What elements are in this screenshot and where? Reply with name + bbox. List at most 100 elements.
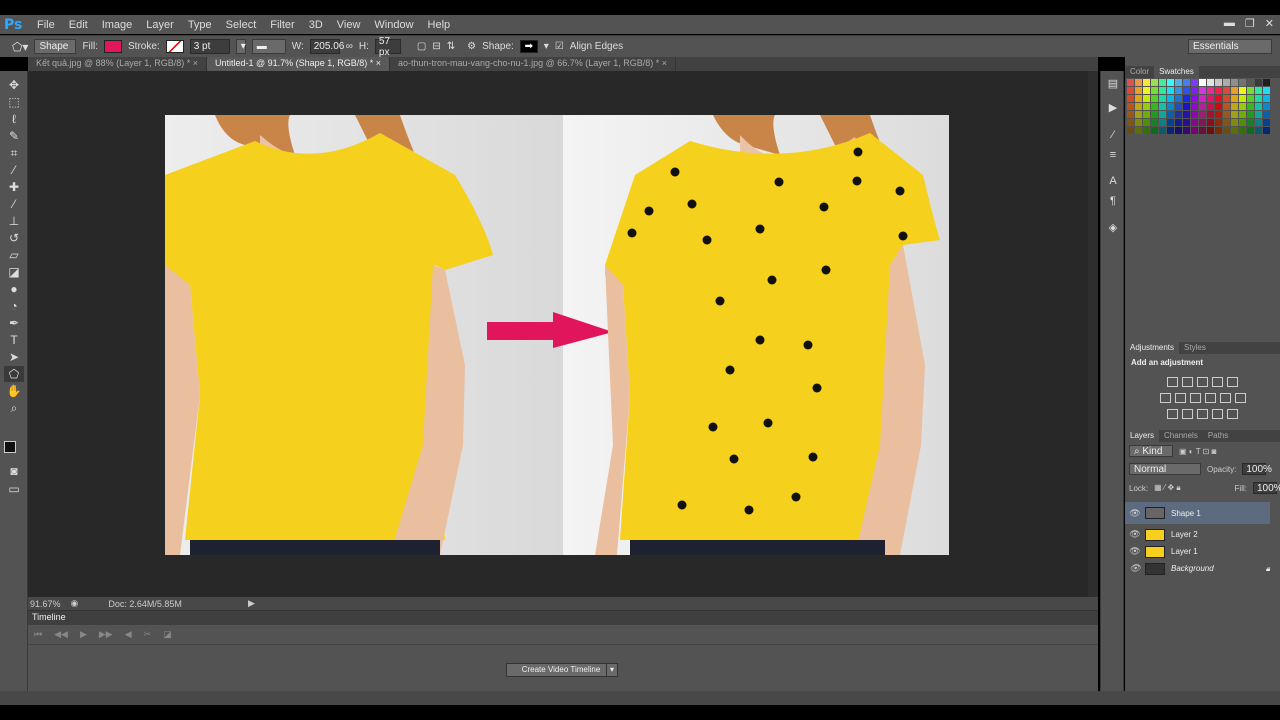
swatch[interactable]: [1143, 111, 1150, 118]
swatch[interactable]: [1191, 79, 1198, 86]
swatch[interactable]: [1207, 111, 1214, 118]
swatch[interactable]: [1183, 111, 1190, 118]
swatch[interactable]: [1215, 103, 1222, 110]
eye-icon[interactable]: 👁︎: [1125, 546, 1145, 557]
swatch[interactable]: [1263, 103, 1270, 110]
swatch[interactable]: [1127, 87, 1134, 94]
layer-background[interactable]: 👁︎ Background 🔒︎: [1125, 560, 1270, 577]
paragraph-panel-icon[interactable]: ¶: [1105, 195, 1121, 209]
mode-dropdown[interactable]: Shape: [34, 39, 77, 54]
swatch[interactable]: [1199, 111, 1206, 118]
clone-stamp-icon[interactable]: ⊥: [4, 213, 24, 229]
marquee-tool-icon[interactable]: ⬚: [4, 94, 24, 110]
menu-3d[interactable]: 3D: [302, 19, 330, 31]
swatch[interactable]: [1263, 119, 1270, 126]
swatch[interactable]: [1151, 87, 1158, 94]
swatch[interactable]: [1151, 103, 1158, 110]
swatch[interactable]: [1151, 127, 1158, 134]
swatch[interactable]: [1215, 111, 1222, 118]
brush-tool-icon[interactable]: ⁄: [4, 196, 24, 212]
swatch[interactable]: [1263, 111, 1270, 118]
swatch[interactable]: [1167, 127, 1174, 134]
swatch[interactable]: [1175, 95, 1182, 102]
tab-close-icon[interactable]: ×: [193, 58, 198, 68]
swatch[interactable]: [1167, 95, 1174, 102]
swatch[interactable]: [1231, 95, 1238, 102]
swatch[interactable]: [1135, 119, 1142, 126]
minimize-icon[interactable]: ▬: [1224, 17, 1235, 30]
swatch[interactable]: [1183, 95, 1190, 102]
layer-filter-dropdown[interactable]: ⌕ Kind: [1129, 445, 1173, 457]
layer-layer-2[interactable]: 👁︎ Layer 2: [1125, 526, 1270, 543]
swatch[interactable]: [1223, 127, 1230, 134]
swatch[interactable]: [1175, 87, 1182, 94]
swatch[interactable]: [1255, 119, 1262, 126]
brush-presets-icon[interactable]: ≡: [1105, 149, 1121, 163]
link-icon[interactable]: ∞: [346, 41, 353, 52]
tab-ao-thun[interactable]: ao-thun-tron-mau-vang-cho-nu-1.jpg @ 66.…: [390, 57, 677, 71]
swatch[interactable]: [1199, 95, 1206, 102]
opacity-field[interactable]: 100%: [1242, 463, 1272, 475]
eraser-icon[interactable]: ▱: [4, 247, 24, 263]
swatch[interactable]: [1159, 95, 1166, 102]
swatch[interactable]: [1263, 95, 1270, 102]
swatch[interactable]: [1127, 119, 1134, 126]
character-panel-icon[interactable]: A: [1105, 175, 1121, 189]
paint-bucket-icon[interactable]: ◪: [4, 264, 24, 280]
history-panel-icon[interactable]: ▤: [1105, 77, 1121, 91]
tab-paths[interactable]: Paths: [1203, 430, 1233, 442]
vertical-scrollbar[interactable]: [1088, 71, 1098, 597]
swatch[interactable]: [1255, 127, 1262, 134]
stroke-type-dropdown[interactable]: ▬: [251, 39, 286, 54]
swatch[interactable]: [1255, 95, 1262, 102]
hue-sat-icon[interactable]: [1159, 393, 1171, 403]
threshold-icon[interactable]: [1197, 409, 1208, 419]
tab-color[interactable]: Color: [1125, 66, 1154, 78]
swatch[interactable]: [1175, 127, 1182, 134]
eyedropper-icon[interactable]: ⁄: [4, 162, 24, 178]
menu-help[interactable]: Help: [421, 19, 458, 31]
swatch[interactable]: [1199, 103, 1206, 110]
menu-edit[interactable]: Edit: [62, 19, 95, 31]
swatch[interactable]: [1167, 87, 1174, 94]
layer-shape-1[interactable]: 👁︎ Shape 1: [1125, 502, 1270, 524]
tab-untitled-1[interactable]: Untitled-1 @ 91.7% (Shape 1, RGB/8) * ×: [207, 57, 390, 71]
swatch[interactable]: [1207, 95, 1214, 102]
blend-mode-dropdown[interactable]: Normal: [1129, 463, 1201, 475]
swatch[interactable]: [1215, 95, 1222, 102]
close-icon[interactable]: ✕: [1265, 17, 1274, 30]
swatch[interactable]: [1183, 119, 1190, 126]
swatch[interactable]: [1231, 103, 1238, 110]
lasso-tool-icon[interactable]: ℓ: [4, 111, 24, 127]
swatch[interactable]: [1215, 79, 1222, 86]
swatch[interactable]: [1223, 95, 1230, 102]
swatch[interactable]: [1135, 79, 1142, 86]
swatch[interactable]: [1231, 111, 1238, 118]
swatch[interactable]: [1215, 127, 1222, 134]
swatch[interactable]: [1239, 103, 1246, 110]
stroke-swatch[interactable]: [165, 40, 184, 53]
audio-icon[interactable]: ◀: [125, 629, 132, 640]
shape-picker[interactable]: ➡: [519, 40, 538, 53]
swatch[interactable]: [1159, 119, 1166, 126]
swatch[interactable]: [1127, 111, 1134, 118]
first-frame-icon[interactable]: ⏮: [34, 629, 42, 640]
swatch[interactable]: [1207, 79, 1214, 86]
swatch[interactable]: [1239, 79, 1246, 86]
swatch[interactable]: [1183, 87, 1190, 94]
tab-close-icon[interactable]: ×: [662, 58, 667, 68]
swatch[interactable]: [1191, 111, 1198, 118]
swatch[interactable]: [1199, 87, 1206, 94]
swatch[interactable]: [1247, 127, 1254, 134]
swatch[interactable]: [1151, 95, 1158, 102]
swatch[interactable]: [1143, 95, 1150, 102]
brightness-icon[interactable]: [1167, 377, 1178, 387]
selective-color-icon[interactable]: [1212, 409, 1223, 419]
swatch[interactable]: [1167, 103, 1174, 110]
swatch[interactable]: [1215, 119, 1222, 126]
status-info-icon[interactable]: ◉: [71, 598, 79, 609]
color-lookup-icon[interactable]: [1234, 393, 1246, 403]
move-tool-icon[interactable]: ✥: [4, 77, 24, 93]
swatch[interactable]: [1247, 95, 1254, 102]
swatch[interactable]: [1183, 103, 1190, 110]
